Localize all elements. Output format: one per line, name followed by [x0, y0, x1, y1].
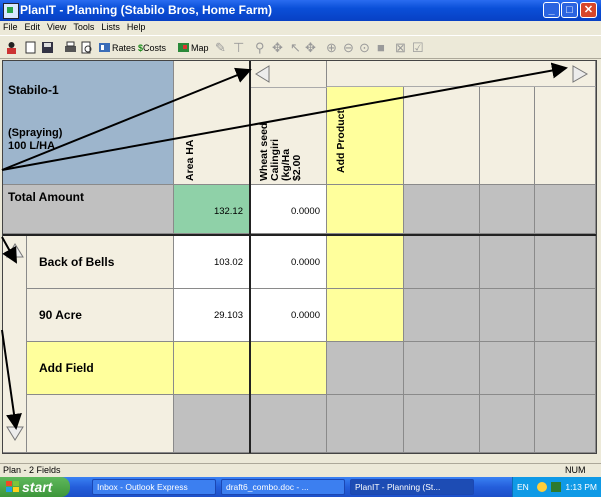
arrow-to-scroll-left — [1, 67, 252, 171]
annotation-arrows — [1, 62, 568, 430]
clock: 1:13 PM — [565, 482, 597, 492]
task-label: Inbox - Outlook Express — [97, 482, 188, 492]
status-text: Plan - 2 Fields — [3, 465, 61, 475]
arrow-to-scroll-down — [1, 329, 22, 430]
language-indicator[interactable]: EN — [517, 477, 529, 497]
arrow-to-scroll-right — [1, 62, 568, 171]
tray-icon[interactable] — [537, 482, 547, 492]
arrow-to-scroll-up — [1, 236, 17, 264]
taskbar: start Inbox - Outlook Express draft6_com… — [0, 477, 601, 497]
start-button[interactable]: start — [0, 477, 70, 497]
task-planit[interactable]: PlanIT - Planning (St... — [350, 479, 474, 495]
num-lock-indicator: NUM — [565, 465, 586, 475]
system-tray: EN 1:13 PM — [512, 477, 601, 497]
start-label: start — [22, 479, 53, 495]
task-word-document[interactable]: draft6_combo.doc - ... — [221, 479, 345, 495]
task-outlook-express[interactable]: Inbox - Outlook Express — [92, 479, 216, 495]
status-bar: Plan - 2 Fields NUM — [0, 463, 601, 477]
windows-logo-icon — [6, 481, 19, 492]
task-label: draft6_combo.doc - ... — [226, 482, 309, 492]
tray-icon[interactable] — [551, 482, 561, 492]
task-label: PlanIT - Planning (St... — [355, 482, 441, 492]
